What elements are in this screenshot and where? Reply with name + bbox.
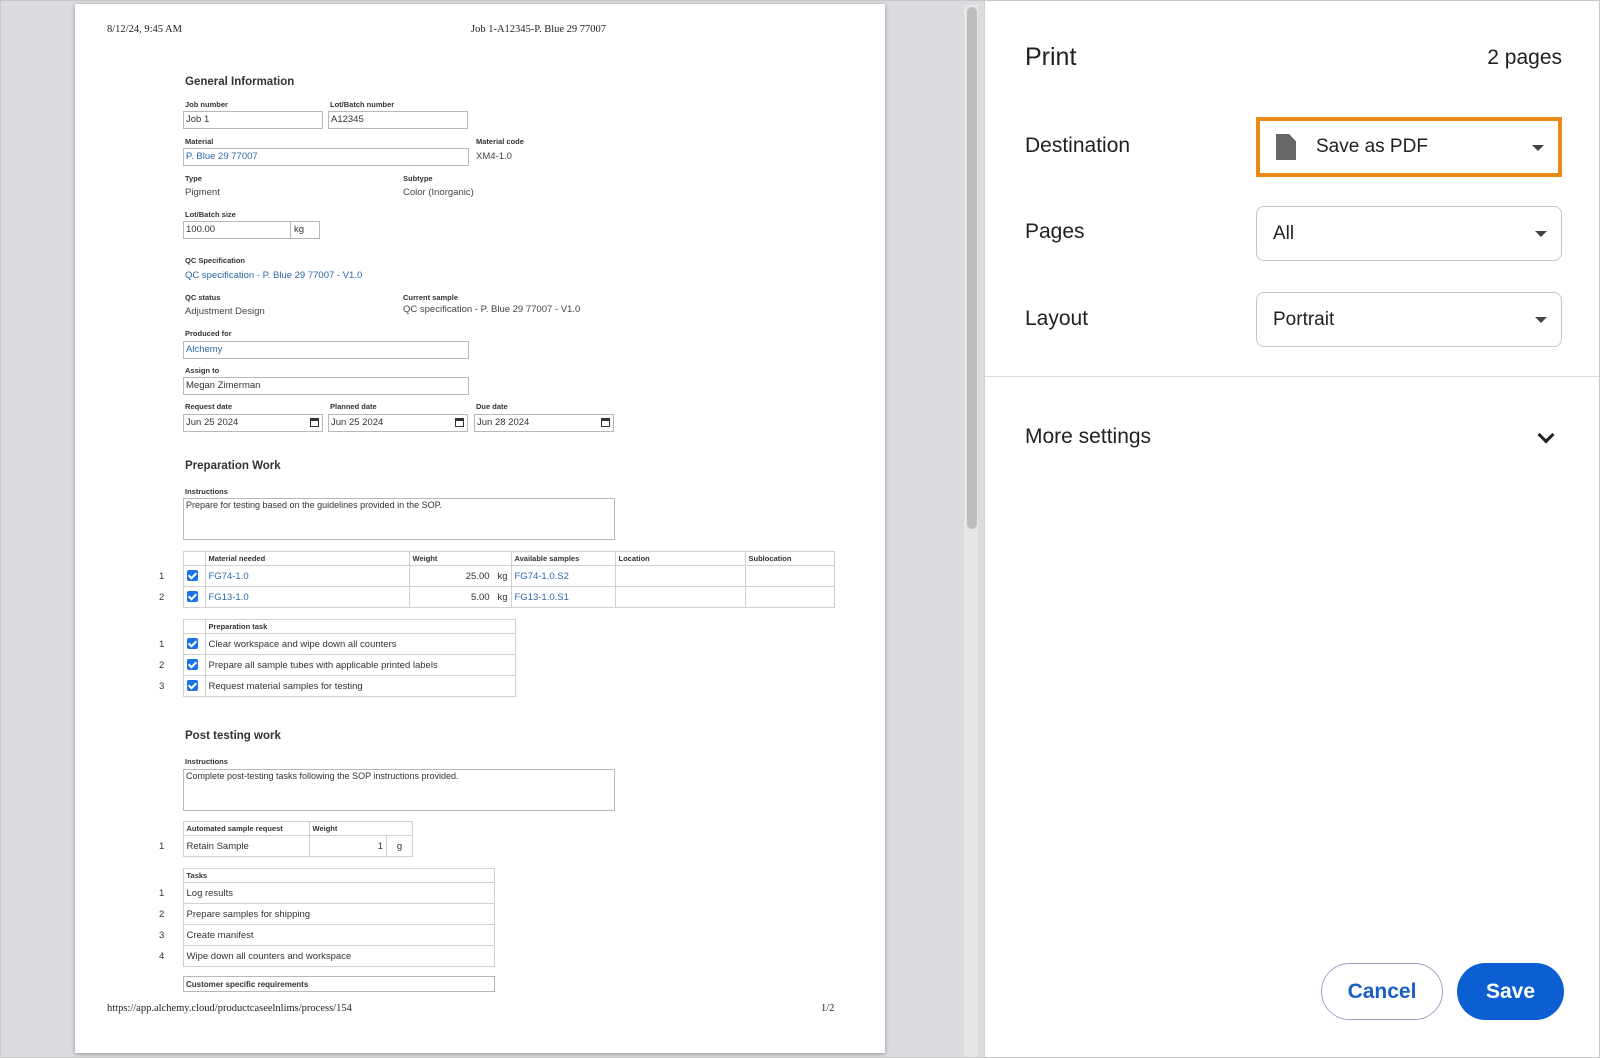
more-settings-toggle[interactable]: More settings [1025, 425, 1151, 449]
lot-number-label: Lot/Batch number [330, 100, 395, 109]
checkbox-icon [186, 659, 198, 671]
calendar-icon [310, 418, 319, 427]
print-title: Print [1025, 43, 1077, 71]
print-preview: 8/12/24, 9:45 AM Job 1-A12345-P. Blue 29… [0, 0, 984, 1058]
document-icon [1276, 134, 1296, 160]
customer-requirements-header: Customer specific requirements [183, 976, 495, 992]
materials-header-location: Location [614, 551, 746, 566]
job-number-label: Job number [185, 100, 228, 109]
table-row: 1 Clear workspace and wipe down all coun… [157, 633, 516, 655]
scrollbar-thumb[interactable] [967, 7, 977, 529]
material-field: P. Blue 29 77007 [183, 148, 469, 166]
qc-status-label: QC status [185, 293, 221, 302]
subtype-value: Color (Inorganic) [403, 187, 474, 198]
preview-scrollbar[interactable] [964, 5, 978, 1057]
material-code-label: Material code [476, 137, 524, 146]
divider [985, 376, 1600, 377]
table-row: 2 Prepare all sample tubes with applicab… [157, 654, 516, 676]
current-sample-label: Current sample [403, 293, 459, 302]
due-date-field: Jun 28 2024 [474, 414, 614, 432]
section-title-post-testing: Post testing work [185, 730, 281, 742]
materials-header-weight: Weight [408, 551, 512, 566]
material-code-value: XM4-1.0 [476, 151, 512, 162]
table-row: 1 Retain Sample 1 g [157, 835, 413, 857]
section-title-preparation: Preparation Work [185, 460, 281, 472]
request-date-label: Request date [185, 402, 233, 411]
checkbox-icon [186, 680, 198, 692]
page-footer-number: 1/2 [821, 1003, 835, 1014]
print-settings-panel: Print 2 pages Destination Save as PDF Pa… [984, 0, 1600, 1058]
type-label: Type [185, 174, 202, 183]
current-sample-value: QC specification - P. Blue 29 77007 - V1… [403, 304, 581, 315]
prep-tasks-table: Preparation task 1 Clear workspace and w… [157, 619, 516, 697]
prep-task-header: Preparation task [204, 619, 516, 634]
destination-label: Destination [1025, 134, 1131, 157]
table-row: 1 Log results [157, 882, 495, 904]
due-date-label: Due date [476, 402, 508, 411]
chevron-down-icon[interactable] [1537, 426, 1555, 444]
material-label: Material [185, 137, 214, 146]
table-row: 4 Wipe down all counters and workspace [157, 945, 495, 967]
qc-spec-link: QC specification - P. Blue 29 77007 - V1… [185, 270, 363, 281]
materials-header-sublocation: Sublocation [744, 551, 835, 566]
assign-to-label: Assign to [185, 366, 220, 375]
lot-number-field: A12345 [328, 111, 468, 129]
lot-size-label: Lot/Batch size [185, 210, 236, 219]
layout-select[interactable]: Portrait [1256, 292, 1562, 347]
page-count: 2 pages [1487, 46, 1562, 69]
table-row: 3 Create manifest [157, 924, 495, 946]
preview-page: 8/12/24, 9:45 AM Job 1-A12345-P. Blue 29… [75, 4, 885, 1053]
section-title-general: General Information [185, 76, 295, 88]
job-number-field: Job 1 [183, 111, 323, 129]
lot-size-unit: kg [290, 221, 320, 239]
dropdown-arrow-icon [1535, 317, 1547, 323]
prep-instructions-label: Instructions [185, 487, 228, 496]
table-row: 2 FG13-1.0 5.00 kg FG13-1.0.S1 [157, 586, 835, 608]
assign-to-field: Megan Zimerman [183, 377, 469, 395]
post-instructions-label: Instructions [185, 757, 228, 766]
qc-spec-label: QC Specification [185, 256, 246, 265]
produced-for-field: Alchemy [183, 341, 469, 359]
pages-label: Pages [1025, 220, 1085, 243]
table-row: 2 Prepare samples for shipping [157, 903, 495, 925]
page-header-title: Job 1-A12345-P. Blue 29 77007 [471, 24, 607, 35]
calendar-icon [455, 418, 464, 427]
auto-sample-table: Automated sample request Weight 1 Retain… [157, 821, 413, 857]
post-tasks-table: Tasks 1 Log results 2 Prepare samples for … [157, 868, 495, 967]
dropdown-arrow-icon [1535, 231, 1547, 237]
dropdown-arrow-icon [1532, 145, 1544, 151]
subtype-label: Subtype [403, 174, 433, 183]
produced-for-label: Produced for [185, 329, 232, 338]
qc-status-value: Adjustment Design [185, 306, 265, 317]
pages-value: All [1273, 222, 1295, 244]
checkbox-icon [186, 570, 198, 582]
checkbox-icon [186, 638, 198, 650]
page-header-date: 8/12/24, 9:45 AM [107, 24, 182, 35]
page-footer-url: https://app.alchemy.cloud/productcaseeln… [107, 1003, 352, 1014]
destination-select[interactable]: Save as PDF [1256, 117, 1562, 177]
destination-value: Save as PDF [1316, 136, 1428, 157]
layout-label: Layout [1025, 307, 1089, 330]
prep-instructions-text: Prepare for testing based on the guideli… [183, 498, 615, 540]
request-date-field: Jun 25 2024 [183, 414, 323, 432]
weight-header: Weight [308, 821, 413, 836]
materials-table: Material needed Weight Available samples… [157, 551, 835, 608]
cancel-button[interactable]: Cancel [1321, 963, 1443, 1020]
planned-date-label: Planned date [330, 402, 377, 411]
table-row: 3 Request material samples for testing [157, 675, 516, 697]
planned-date-field: Jun 25 2024 [328, 414, 468, 432]
auto-sample-header: Automated sample request [182, 821, 310, 836]
save-button[interactable]: Save [1457, 963, 1564, 1020]
layout-value: Portrait [1273, 308, 1335, 330]
pages-select[interactable]: All [1256, 206, 1562, 261]
tasks-header: Tasks [182, 868, 495, 883]
materials-header-samples: Available samples [510, 551, 616, 566]
calendar-icon [601, 418, 610, 427]
table-row: 1 FG74-1.0 25.00 kg FG74-1.0.S2 [157, 565, 835, 587]
lot-size-field: 100.00 [183, 221, 291, 239]
post-instructions-text: Complete post-testing tasks following th… [183, 769, 615, 811]
materials-header-material: Material needed [204, 551, 410, 566]
type-value: Pigment [185, 187, 220, 198]
checkbox-icon [186, 591, 198, 603]
